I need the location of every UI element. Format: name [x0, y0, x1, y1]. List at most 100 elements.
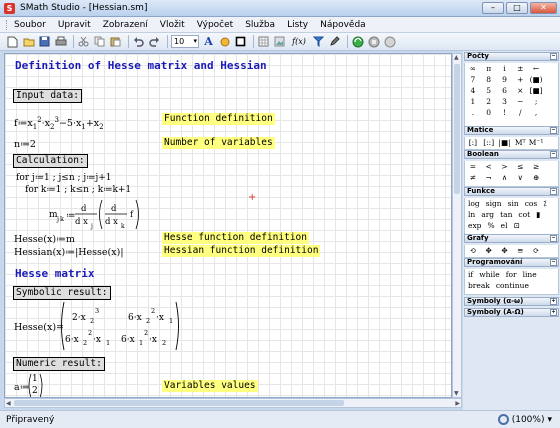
scroll-up-icon[interactable]: ▲ — [454, 54, 459, 61]
palette-button[interactable]: . — [465, 107, 481, 118]
palette-button[interactable]: line — [520, 269, 540, 280]
palette-button[interactable]: ! — [497, 107, 513, 118]
menu-calculation[interactable]: Výpočet — [197, 20, 233, 30]
vertical-scroll-thumb[interactable] — [454, 64, 460, 194]
palette-button[interactable]: ¬ — [481, 172, 497, 183]
menu-help[interactable]: Nápověda — [320, 20, 366, 30]
horizontal-scrollbar[interactable]: ◀ ▶ — [4, 398, 462, 408]
collapse-icon[interactable]: − — [550, 53, 557, 60]
calculate-icon[interactable] — [351, 35, 364, 48]
open-icon[interactable] — [22, 35, 35, 48]
menu-sheets[interactable]: Listy — [287, 20, 308, 30]
menu-file[interactable]: Soubor — [14, 20, 46, 30]
stop-icon[interactable] — [367, 35, 380, 48]
palette-button[interactable]: , — [528, 107, 544, 118]
palette-button[interactable]: ≥ — [528, 161, 544, 172]
palette-button[interactable]: π — [481, 63, 497, 74]
palette-button[interactable]: > — [497, 161, 513, 172]
collapse-icon[interactable]: − — [550, 259, 557, 266]
palette-button[interactable]: 5 — [481, 85, 497, 96]
palette-header-6[interactable]: Symboly (α-ω) + — [464, 297, 559, 306]
palette-button[interactable]: ⊕ — [528, 172, 544, 183]
expand-icon[interactable]: + — [550, 309, 557, 316]
hessian-function-note[interactable]: Hessian function definition — [162, 245, 321, 257]
calculation-label[interactable]: Calculation: — [13, 154, 88, 168]
palette-button[interactable]: exp — [465, 220, 484, 231]
palette-button[interactable]: ∨ — [512, 172, 528, 183]
menu-view[interactable]: Zobrazení — [103, 20, 148, 30]
second-derivative-expr[interactable]: m j k ≔ d d x j d d x k f — [45, 193, 145, 235]
scroll-down-icon[interactable]: ▼ — [454, 390, 459, 397]
palette-button[interactable]: ; — [528, 96, 544, 107]
palette-button[interactable]: sign — [483, 198, 505, 209]
palette-button[interactable]: ± — [512, 63, 528, 74]
paste-icon[interactable] — [109, 35, 122, 48]
palette-button[interactable]: 9 — [497, 74, 513, 85]
cut-icon[interactable] — [77, 35, 90, 48]
palette-button[interactable]: ⟳ — [528, 245, 544, 256]
new-icon[interactable] — [6, 35, 19, 48]
palette-button[interactable]: |■| — [497, 137, 513, 148]
palette-button[interactable]: < — [481, 161, 497, 172]
hessian-definition-expr[interactable]: Hessian(x)≔|Hesse(x)| — [14, 247, 124, 258]
function-icon[interactable]: f(x) — [289, 35, 309, 48]
collapse-icon[interactable]: − — [550, 235, 557, 242]
hesse-result-lhs[interactable]: Hesse(x)= — [14, 322, 64, 333]
hesse-definition-expr[interactable]: Hesse(x)≔m — [14, 234, 75, 245]
palette-button[interactable]: (■) — [528, 74, 544, 85]
palette-button[interactable]: 8 — [481, 74, 497, 85]
palette-button[interactable]: el — [498, 220, 511, 231]
close-button[interactable]: ✕ — [530, 2, 557, 14]
palette-button[interactable]: ∧ — [497, 172, 513, 183]
text-color-icon[interactable]: A — [202, 35, 215, 48]
palette-header-3[interactable]: Funkce − — [464, 187, 559, 196]
palette-header-0[interactable]: Počty − — [464, 52, 559, 61]
save-icon[interactable] — [38, 35, 51, 48]
palette-button[interactable]: cos — [522, 198, 541, 209]
palette-button[interactable]: ⊡ — [510, 220, 522, 231]
palette-button[interactable]: + — [512, 74, 528, 85]
palette-button[interactable]: M⁻¹ — [528, 137, 544, 148]
palette-button[interactable]: 4 — [465, 85, 481, 96]
palette-header-7[interactable]: Symboly (Α-Ω) + — [464, 308, 559, 317]
function-definition-note[interactable]: Function definition — [162, 113, 275, 125]
palette-header-1[interactable]: Matice − — [464, 126, 559, 135]
hesse-result-matrix[interactable]: 2·x 2 3 6·x 2 2 ·x 1 6·x 2 2 ·x 1 6·x 1 2 ·x 2 — [59, 300, 189, 352]
palette-button[interactable]: [::] — [481, 137, 497, 148]
font-size-select[interactable]: 10 — [171, 35, 199, 48]
scroll-left-icon[interactable]: ◀ — [6, 400, 11, 407]
number-of-variables-note[interactable]: Number of variables — [162, 137, 275, 149]
hesse-function-note[interactable]: Hesse function definition — [162, 232, 309, 244]
function-definition-expr[interactable]: f≔x12·x23−5·x1+x2 — [14, 116, 104, 131]
palette-button[interactable]: × — [512, 85, 528, 96]
redo-icon[interactable] — [148, 35, 161, 48]
vertical-scrollbar[interactable]: ▲ ▼ — [452, 53, 462, 398]
filter-icon[interactable] — [312, 35, 325, 48]
variables-values-note[interactable]: Variables values — [162, 380, 258, 392]
palette-header-4[interactable]: Grafy − — [464, 234, 559, 243]
pencil-icon[interactable] — [328, 35, 341, 48]
insert-image-icon[interactable] — [273, 35, 286, 48]
n-variables-expr[interactable]: n≔2 — [14, 139, 36, 150]
palette-button[interactable]: [:] — [465, 137, 481, 148]
palette-button[interactable]: if — [465, 269, 476, 280]
collapse-icon[interactable]: − — [550, 127, 557, 134]
palette-button[interactable]: while — [476, 269, 503, 280]
palette-button[interactable]: % — [484, 220, 497, 231]
palette-header-5[interactable]: Programování − — [464, 258, 559, 267]
palette-button[interactable]: cot — [515, 209, 533, 220]
highlight-icon[interactable] — [218, 35, 231, 48]
symbolic-result-label[interactable]: Symbolic result: — [13, 286, 111, 300]
collapse-icon[interactable]: − — [550, 188, 557, 195]
horizontal-scroll-thumb[interactable] — [14, 400, 344, 406]
worksheet[interactable]: Definition of Hesse matrix and Hessian I… — [4, 53, 452, 398]
palette-button[interactable]: sin — [505, 198, 522, 209]
a-vector[interactable]: 1 2 — [28, 373, 44, 397]
palette-button[interactable]: ≠ — [465, 172, 481, 183]
zoom-level[interactable]: (100%) — [512, 415, 545, 425]
zoom-dropdown-icon[interactable]: ▾ — [547, 415, 552, 425]
palette-button[interactable]: ← — [528, 63, 544, 74]
palette-button[interactable]: ≡ — [512, 245, 528, 256]
menu-insert[interactable]: Vložit — [160, 20, 185, 30]
scroll-right-icon[interactable]: ▶ — [455, 400, 460, 407]
